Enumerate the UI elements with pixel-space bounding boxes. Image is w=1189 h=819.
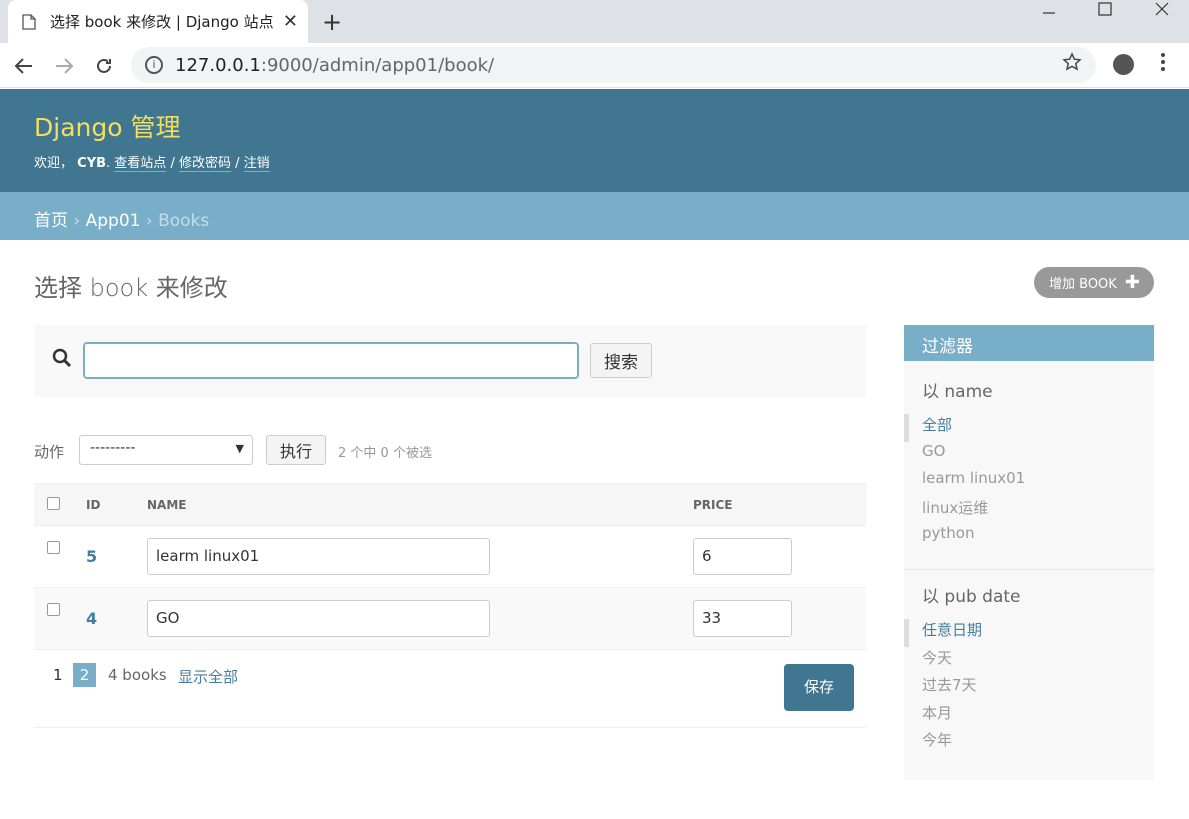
- minimize-icon[interactable]: [1042, 6, 1056, 20]
- table-row: 5 learm linux01 6: [34, 525, 866, 588]
- add-book-label: 增加 BOOK: [1049, 277, 1117, 292]
- run-action-button[interactable]: 执行: [266, 435, 326, 465]
- filter-title: 过滤器: [904, 325, 1154, 361]
- add-book-button[interactable]: 增加 BOOK ✚: [1034, 267, 1154, 298]
- search-icon: [52, 348, 72, 368]
- filter-list-pub-date: 任意日期 今天 过去7天 本月 今年: [904, 619, 1154, 757]
- plus-icon: ✚: [1124, 272, 1140, 293]
- filter-item[interactable]: 今天: [904, 647, 1154, 675]
- filter-divider: [904, 569, 1154, 570]
- row-id-link[interactable]: 4: [86, 609, 97, 628]
- account-icon[interactable]: [1113, 54, 1134, 75]
- welcome-text: 欢迎，: [34, 156, 74, 171]
- breadcrumb-current: Books: [158, 211, 210, 231]
- search-button[interactable]: 搜索: [590, 343, 652, 378]
- save-button[interactable]: 保存: [784, 664, 854, 711]
- filter-panel: 过滤器 以 name 全部 GO learm linux01 linux运维 p…: [904, 325, 1154, 780]
- view-site-link[interactable]: 查看站点: [114, 156, 167, 172]
- filter-item[interactable]: 全部: [904, 414, 1154, 442]
- window-close-icon[interactable]: [1155, 2, 1169, 16]
- row-checkbox[interactable]: [47, 541, 60, 554]
- breadcrumb-home[interactable]: 首页: [34, 211, 68, 231]
- page-link-1[interactable]: 1: [53, 666, 63, 684]
- browser-tabbar: 选择 book 来修改 | Django 站点 ✕ +: [0, 0, 1189, 43]
- price-input[interactable]: 33: [693, 600, 792, 637]
- filter-group-title: 以 pub date: [922, 587, 1021, 607]
- admin-header: Django 管理 欢迎， CYB. 查看站点 / 修改密码 / 注销: [0, 89, 1189, 192]
- action-select[interactable]: --------- ▼: [79, 435, 253, 465]
- select-all-checkbox[interactable]: [47, 496, 60, 510]
- filter-item[interactable]: GO: [904, 442, 1154, 470]
- close-tab-icon[interactable]: ✕: [283, 11, 298, 32]
- site-brand[interactable]: Django 管理: [34, 108, 180, 144]
- username: CYB: [77, 156, 107, 171]
- browser-tab[interactable]: 选择 book 来修改 | Django 站点 ✕: [8, 0, 308, 43]
- back-icon[interactable]: [14, 56, 34, 76]
- actions-label: 动作: [34, 443, 65, 461]
- current-page: 2: [73, 663, 96, 687]
- bookmark-star-icon[interactable]: [1062, 52, 1082, 72]
- name-input[interactable]: learm linux01: [147, 538, 490, 575]
- address-bar[interactable]: i 127.0.0.1 :9000/admin/app01/book/: [131, 47, 1096, 83]
- filter-item[interactable]: 今年: [904, 729, 1154, 757]
- breadcrumb: 首页 › App01 › Books: [0, 192, 1189, 240]
- dropdown-arrow-icon: ▼: [235, 442, 244, 455]
- browser-toolbar: i 127.0.0.1 :9000/admin/app01/book/: [0, 43, 1189, 88]
- filter-item[interactable]: 任意日期: [904, 619, 1154, 647]
- column-header-id[interactable]: ID: [86, 483, 147, 526]
- new-tab-icon[interactable]: +: [322, 8, 342, 36]
- page-title: 选择 book 来修改: [34, 274, 228, 302]
- show-all-link[interactable]: 显示全部: [178, 666, 238, 687]
- reload-icon[interactable]: [94, 56, 114, 76]
- url-path: :9000/admin/app01/book/: [260, 54, 495, 76]
- paginator: 1 2 4 books 显示全部: [34, 649, 866, 728]
- filter-item[interactable]: python: [904, 524, 1154, 552]
- maximize-icon[interactable]: [1098, 2, 1112, 16]
- menu-kebab-icon[interactable]: [1160, 52, 1166, 72]
- price-input[interactable]: 6: [693, 538, 792, 575]
- user-tools: 欢迎， CYB. 查看站点 / 修改密码 / 注销: [34, 156, 270, 172]
- table-row: 4 GO 33: [34, 587, 866, 650]
- breadcrumb-app[interactable]: App01: [86, 211, 141, 231]
- document-icon: [22, 13, 36, 30]
- filter-item[interactable]: linux运维: [904, 497, 1154, 525]
- tab-title: 选择 book 来修改 | Django 站点: [50, 13, 274, 31]
- search-input[interactable]: [83, 342, 579, 379]
- info-icon[interactable]: i: [145, 56, 163, 74]
- column-header-price[interactable]: PRICE: [693, 483, 866, 526]
- url-host: 127.0.0.1: [175, 54, 261, 76]
- filter-list-name: 全部 GO learm linux01 linux运维 python: [904, 414, 1154, 552]
- change-password-link[interactable]: 修改密码: [178, 156, 231, 172]
- filter-group-title: 以 name: [922, 382, 993, 402]
- filter-item[interactable]: 本月: [904, 702, 1154, 730]
- column-header-name[interactable]: NAME: [147, 483, 693, 526]
- forward-icon[interactable]: [54, 56, 74, 76]
- logout-link[interactable]: 注销: [243, 156, 270, 172]
- filter-item[interactable]: learm linux01: [904, 469, 1154, 497]
- action-select-value: ---------: [90, 440, 136, 456]
- results-table: ID NAME PRICE 5 learm linux01 6 4 GO 33: [34, 483, 866, 650]
- row-id-link[interactable]: 5: [86, 547, 97, 566]
- row-checkbox[interactable]: [47, 603, 60, 616]
- result-count: 4 books: [108, 666, 167, 684]
- name-input[interactable]: GO: [147, 600, 490, 637]
- selection-counter: 2 个中 0 个被选: [338, 446, 432, 461]
- filter-item[interactable]: 过去7天: [904, 674, 1154, 702]
